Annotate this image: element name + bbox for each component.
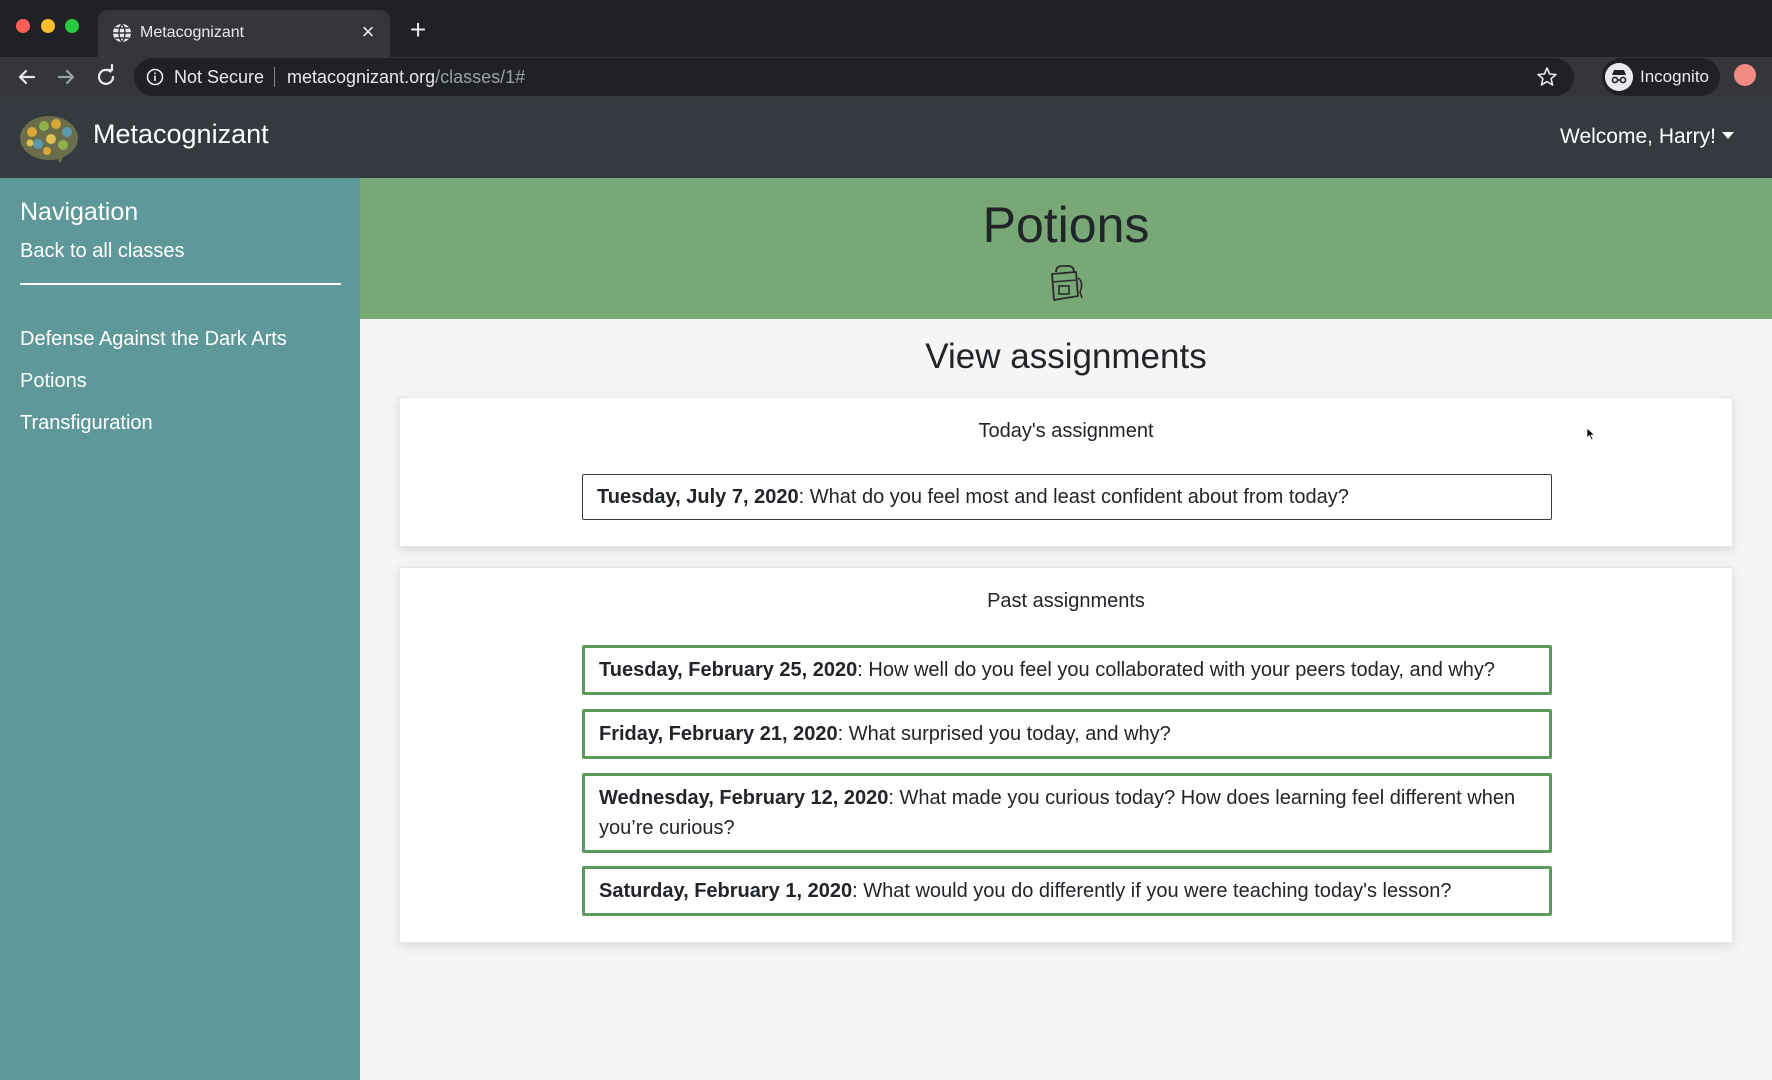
assignment-prompt: How well do you feel you collaborated wi… [868,659,1496,681]
past-assignment-item[interactable]: Tuesday, February 25, 2020: How well do … [582,645,1552,695]
todays-assignment-heading: Today's assignment [978,420,1154,442]
page-content: Metacognizant Welcome, Harry! Navigation… [0,97,1772,1080]
todays-assignment-item[interactable]: Tuesday, July 7, 2020: What do you feel … [582,474,1552,520]
url-path: /classes/1# [435,67,526,87]
sidebar-item-potions[interactable]: Potions [20,370,87,393]
backpack-icon [1051,265,1083,301]
sidebar-divider [20,283,341,285]
past-assignment-item[interactable]: Wednesday, February 12, 2020: What made … [582,773,1552,853]
new-tab-button[interactable]: + [404,16,432,44]
sidebar: Navigation Back to all classes Defense A… [0,178,360,1080]
incognito-icon [1605,63,1633,91]
view-assignments-heading: View assignments [925,337,1207,376]
site-navbar: Metacognizant Welcome, Harry! [0,97,1772,178]
class-title: Potions [982,197,1150,253]
info-icon[interactable] [146,68,164,86]
tab-close-icon[interactable]: × [356,20,380,44]
address-separator [274,67,275,87]
window-close-button[interactable] [16,19,30,33]
assignment-prompt: What would you do differently if you wer… [863,880,1452,902]
assignment-date: Friday, February 21, 2020 [599,723,838,745]
security-status: Not Secure [174,67,265,87]
past-assignment-item[interactable]: Saturday, February 1, 2020: What would y… [582,866,1552,916]
assignment-date: Wednesday, February 12, 2020 [599,787,889,809]
past-assignment-item[interactable]: Friday, February 21, 2020: What surprise… [582,709,1552,759]
globe-icon [113,23,131,43]
class-banner: Potions [360,178,1772,319]
back-to-classes-link[interactable]: Back to all classes [20,240,185,263]
brand-name[interactable]: Metacognizant [93,119,269,150]
browser-tab-bar: Metacognizant × + [0,0,1772,57]
sidebar-item-defense-against-the-dark-arts[interactable]: Defense Against the Dark Arts [20,328,287,351]
sidebar-item-transfiguration[interactable]: Transfiguration [20,412,153,435]
browser-toolbar: Not Secure metacognizant.org/classes/1# … [0,57,1772,97]
user-menu-dropdown[interactable]: Welcome, Harry! [1560,125,1734,149]
tab-title: Metacognizant [140,24,245,41]
browser-tab[interactable]: Metacognizant × [98,10,390,57]
address-bar[interactable]: Not Secure metacognizant.org/classes/1# [134,58,1574,96]
browser-update-icon[interactable] [1734,64,1756,86]
sidebar-heading: Navigation [20,198,139,226]
forward-arrow-icon[interactable] [52,63,80,91]
caret-down-icon [1722,131,1734,139]
assignment-date: Saturday, February 1, 2020 [599,880,853,902]
url-host: metacognizant.org [287,67,436,87]
mouse-pointer-icon [1586,427,1596,441]
past-assignments-heading: Past assignments [987,590,1145,612]
back-arrow-icon[interactable] [13,63,41,91]
window-minimize-button[interactable] [41,19,55,33]
brain-logo-icon[interactable] [18,112,80,164]
todays-assignment-card: Today's assignment Tuesday, July 7, 2020… [399,397,1733,547]
bookmark-star-icon[interactable] [1536,66,1558,88]
assignment-prompt: What do you feel most and least confiden… [809,486,1349,508]
welcome-text: Welcome, Harry! [1560,125,1716,148]
incognito-profile-button[interactable]: Incognito [1602,58,1720,96]
incognito-label: Incognito [1640,67,1709,86]
reload-icon[interactable] [92,63,120,91]
past-assignments-card: Past assignments Tuesday, February 25, 2… [399,567,1733,943]
assignment-date: Tuesday, July 7, 2020 [597,486,799,508]
window-zoom-button[interactable] [65,19,79,33]
assignment-date: Tuesday, February 25, 2020 [599,659,858,681]
url-text: metacognizant.org/classes/1# [287,67,525,88]
assignment-prompt: What surprised you today, and why? [848,723,1171,745]
